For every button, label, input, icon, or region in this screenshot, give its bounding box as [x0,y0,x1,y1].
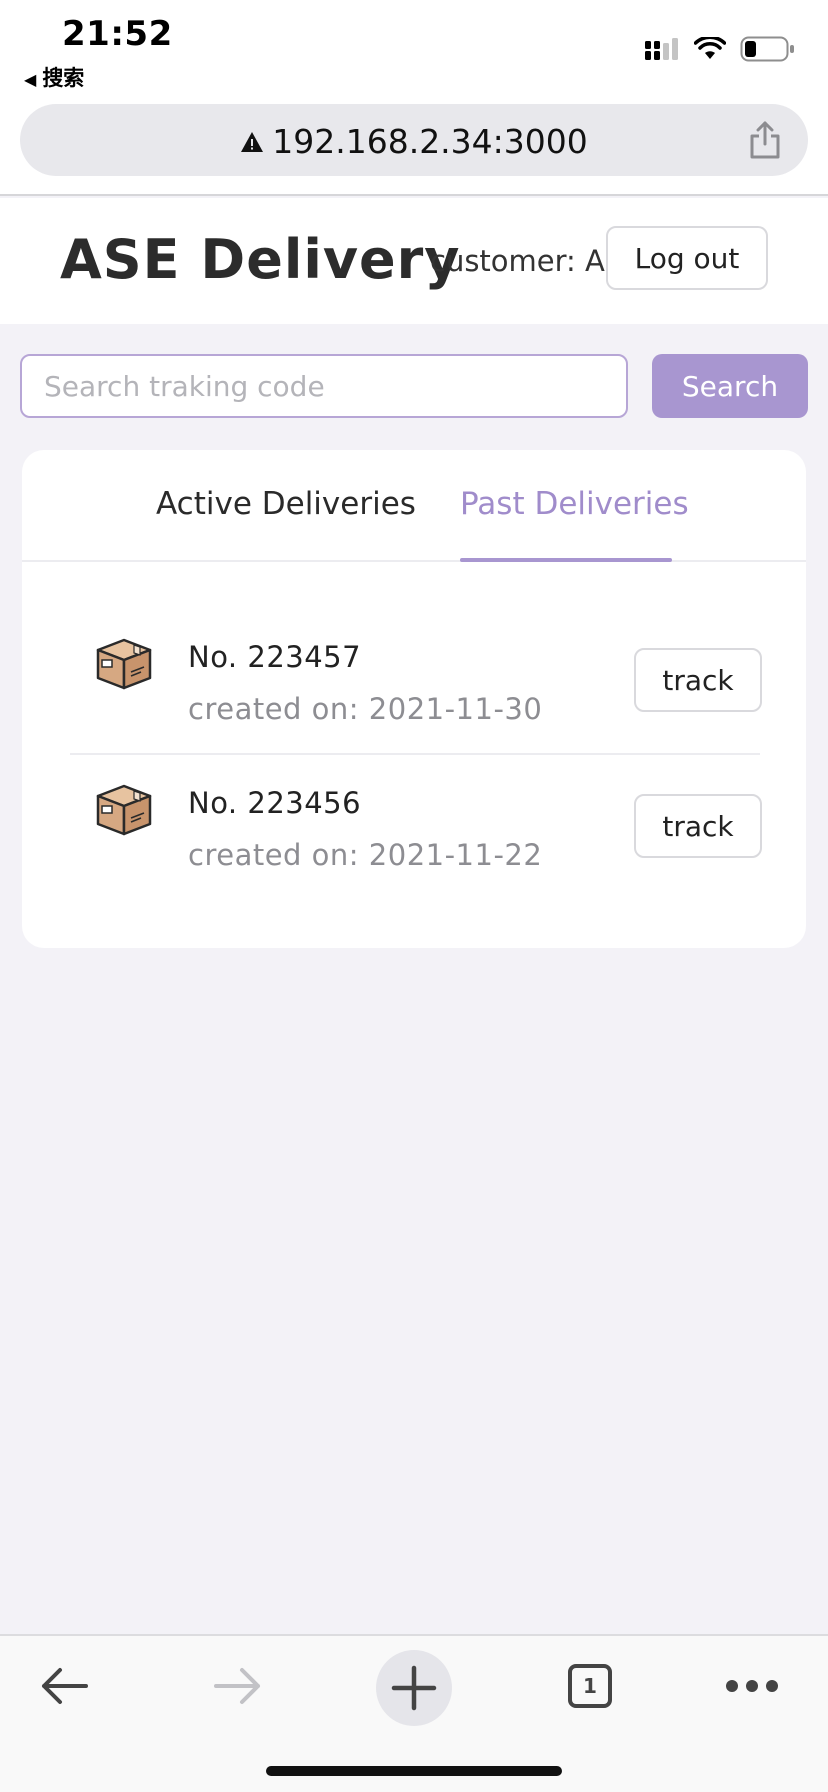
status-bar: 21:52 ◀ 搜索 [0,0,828,96]
package-box-icon [96,638,152,690]
track-button[interactable]: track [634,648,762,712]
back-to-search-label: 搜索 [42,66,85,90]
share-icon[interactable] [748,120,782,160]
battery-icon [740,36,794,62]
url-bar[interactable]: 192.168.2.34:3000 [20,104,808,176]
more-button[interactable] [712,1646,792,1726]
back-arrow-icon [42,1668,88,1704]
tab-past-deliveries[interactable]: Past Deliveries [460,486,689,522]
delivery-number: No. 223457 [188,640,362,674]
tabs-icon: 1 [568,1664,612,1708]
selected-tab-indicator [460,558,672,562]
browser-back-button[interactable] [24,1646,104,1726]
row-divider [70,753,760,755]
delivery-created-date: created on: 2021-11-22 [188,838,543,872]
warning-icon [241,132,264,152]
cellular-signal-icon [645,38,678,60]
tab-active-deliveries[interactable]: Active Deliveries [156,486,416,522]
search-button[interactable]: Search [652,354,808,418]
delivery-number: No. 223456 [188,786,362,820]
status-time: 21:52 [62,14,173,54]
brand-title: ASE Delivery [60,228,461,291]
search-input[interactable] [20,354,628,418]
back-triangle-icon: ◀ [24,70,37,89]
app-header: ASE Delivery customer: A Log out [0,198,828,324]
new-tab-button[interactable] [376,1650,452,1726]
track-button[interactable]: track [634,794,762,858]
more-icon [726,1680,778,1692]
status-icons [644,34,796,64]
wifi-icon [694,37,726,59]
package-box-icon [96,784,152,836]
delivery-list-item: No. 223457 created on: 2021-11-30 track [70,636,780,782]
url-text: 192.168.2.34:3000 [272,122,588,161]
delivery-created-date: created on: 2021-11-30 [188,692,543,726]
delivery-list-item: No. 223456 created on: 2021-11-22 track [70,782,780,928]
forward-arrow-icon [214,1668,260,1704]
deliveries-card: Active Deliveries Past Deliveries No. 22… [22,450,806,948]
back-to-search-link[interactable]: ◀ 搜索 [24,62,84,92]
url-text-container: 192.168.2.34:3000 [20,122,808,161]
tabs-button[interactable]: 1 [550,1646,630,1726]
logout-button[interactable]: Log out [606,226,768,290]
plus-icon [391,1665,437,1711]
deliveries-tabs: Active Deliveries Past Deliveries [22,450,806,562]
browser-top-bar: 192.168.2.34:3000 [0,96,828,196]
user-label: customer: A [430,244,605,278]
home-indicator [266,1766,562,1776]
browser-forward-button[interactable] [198,1646,278,1726]
